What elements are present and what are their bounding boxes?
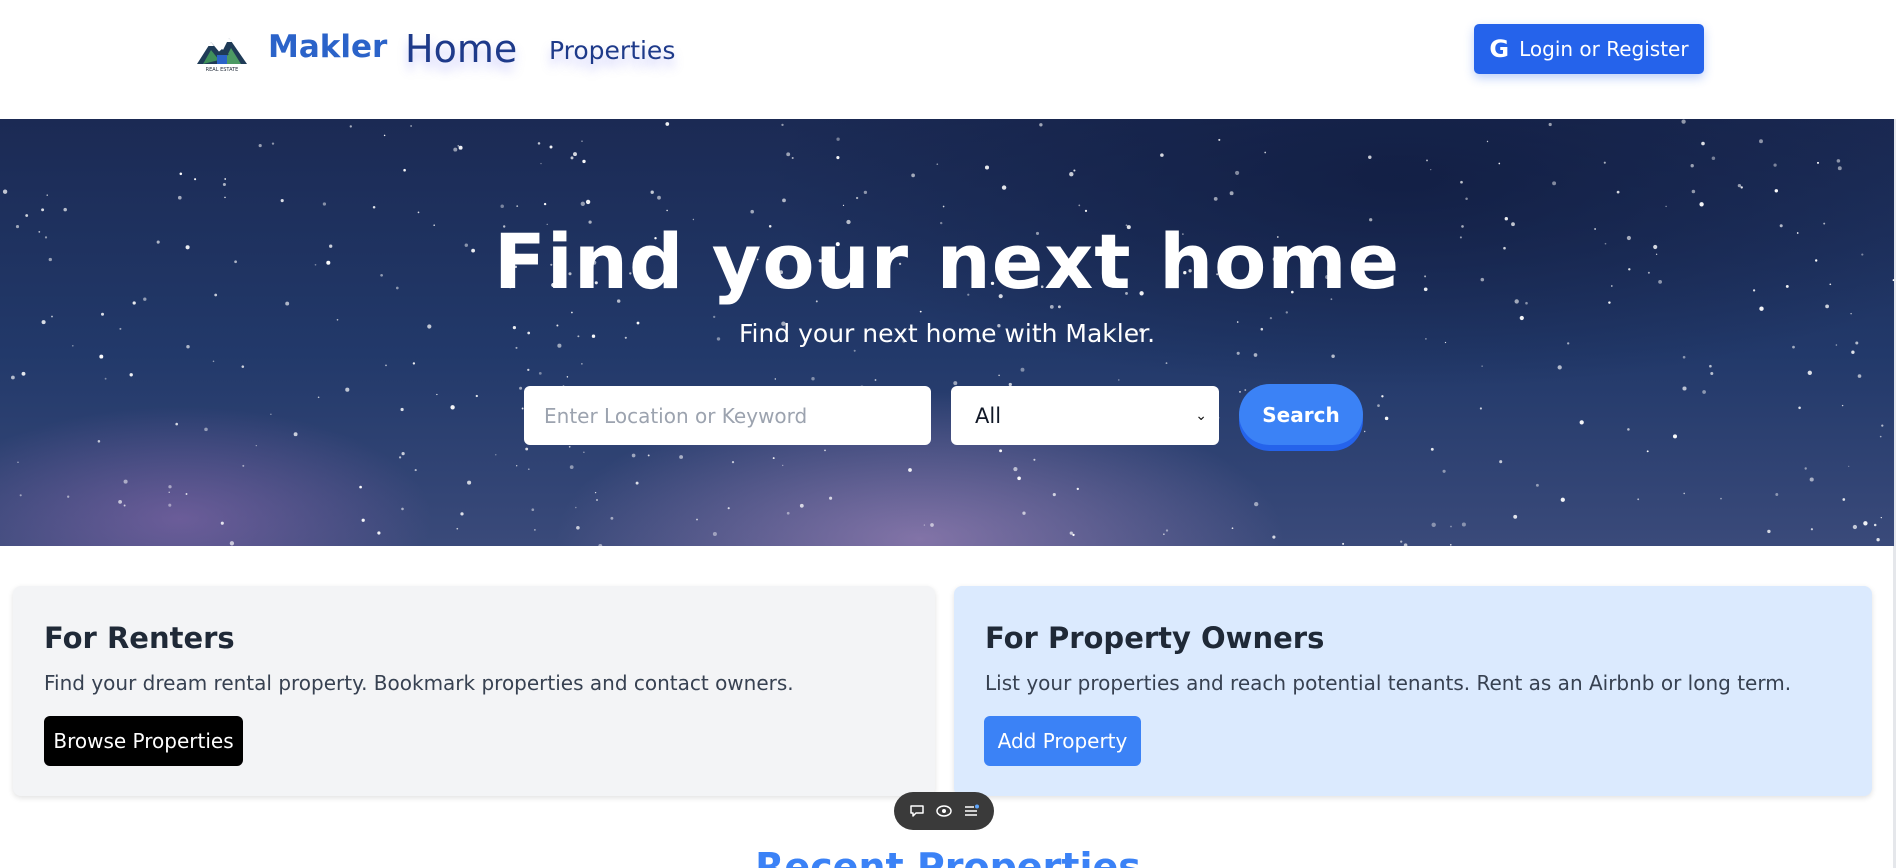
mountain-house-logo[interactable]: REAL ESTATE xyxy=(193,28,251,72)
menu-list-icon[interactable] xyxy=(963,803,979,819)
eye-icon[interactable] xyxy=(935,803,953,819)
brand-name[interactable]: Makler xyxy=(268,29,387,65)
search-input[interactable] xyxy=(524,386,931,445)
renters-card-text: Find your dream rental property. Bookmar… xyxy=(44,671,794,695)
recent-properties-heading: Recent Properties xyxy=(755,845,1141,868)
property-type-selected: All xyxy=(975,403,1002,428)
owners-card-text: List your properties and reach potential… xyxy=(985,671,1792,695)
nav-link-home[interactable]: Home xyxy=(405,27,517,71)
renters-card: For Renters Find your dream rental prope… xyxy=(13,586,935,796)
browse-properties-button[interactable]: Browse Properties xyxy=(44,716,243,766)
floating-toolbar xyxy=(894,792,994,830)
renters-card-title: For Renters xyxy=(44,621,235,655)
hero-subtitle: Find your next home with Makler. xyxy=(738,319,1156,348)
login-register-label: Login or Register xyxy=(1519,37,1689,61)
property-type-select[interactable]: All ⌄ xyxy=(951,386,1219,445)
google-icon: G xyxy=(1489,35,1510,63)
nav-link-properties[interactable]: Properties xyxy=(549,36,675,65)
svg-text:REAL ESTATE: REAL ESTATE xyxy=(206,67,239,72)
hero-title: Find your next home xyxy=(493,217,1401,306)
hero-section: Find your next home Find your next home … xyxy=(0,119,1894,546)
owners-card: For Property Owners List your properties… xyxy=(954,586,1872,796)
add-property-button[interactable]: Add Property xyxy=(984,716,1141,766)
owners-card-title: For Property Owners xyxy=(985,621,1325,655)
comment-icon[interactable] xyxy=(909,803,925,819)
login-register-button[interactable]: G Login or Register xyxy=(1474,24,1704,74)
top-nav: REAL ESTATE Makler Home Properties G Log… xyxy=(0,0,1896,119)
search-button[interactable]: Search xyxy=(1239,384,1363,445)
chevron-down-icon: ⌄ xyxy=(1195,407,1207,424)
